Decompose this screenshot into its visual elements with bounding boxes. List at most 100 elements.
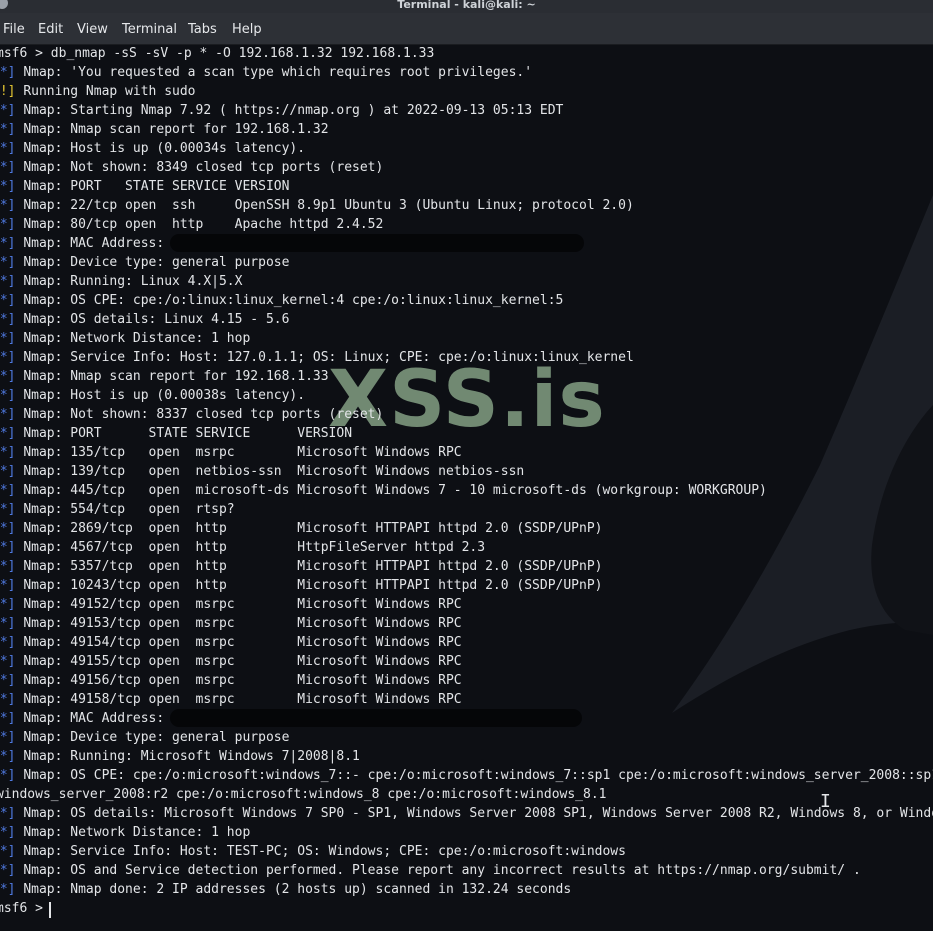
info-prefix: [*] [0, 578, 16, 593]
info-prefix: [*] [0, 274, 16, 289]
watermark-text: XSS.is [328, 355, 606, 445]
line-text: Nmap: 139/tcp open netbios-ssn Microsoft… [23, 464, 525, 479]
line-text: Nmap: Nmap done: 2 IP addresses (2 hosts… [23, 882, 572, 897]
line-text: Nmap: 5357/tcp open http Microsoft HTTPA… [23, 559, 603, 574]
line-text: Nmap: MAC Address: [23, 711, 165, 726]
menu-bar: File Edit View Terminal Tabs Help [0, 13, 933, 45]
line-text: Nmap: 135/tcp open msrpc Microsoft Windo… [23, 445, 462, 460]
info-prefix: [*] [0, 217, 16, 232]
info-prefix: [*] [0, 806, 16, 821]
info-prefix: [*] [0, 160, 16, 175]
terminal-line: msf6 > [0, 899, 51, 918]
info-prefix: [*] [0, 179, 16, 194]
line-text: Nmap: Starting Nmap 7.92 ( https://nmap.… [23, 103, 564, 118]
terminal-line: [*] Nmap: Device type: general purpose [0, 253, 289, 272]
line-text: Nmap: 49155/tcp open msrpc Microsoft Win… [23, 654, 462, 669]
menu-edit[interactable]: Edit [38, 22, 63, 38]
line-text: Nmap: Device type: general purpose [23, 255, 290, 270]
terminal-line: [*] Nmap: Not shown: 8349 closed tcp por… [0, 158, 383, 177]
terminal-cursor [49, 902, 51, 918]
info-prefix: [*] [0, 255, 16, 270]
line-text: Nmap: OS and Service detection performed… [23, 863, 861, 878]
info-prefix: [*] [0, 464, 16, 479]
terminal-line: [*] Nmap: Host is up (0.00034s latency). [0, 139, 305, 158]
info-prefix: [*] [0, 141, 16, 156]
line-text: Nmap: MAC Address: [23, 236, 165, 251]
info-prefix: [*] [0, 198, 16, 213]
line-text: Nmap: 445/tcp open microsoft-ds Microsof… [23, 483, 767, 498]
line-text: Nmap: Not shown: 8337 closed tcp ports (… [23, 407, 384, 422]
info-prefix: [*] [0, 882, 16, 897]
terminal-line: [*] Nmap: 5357/tcp open http Microsoft H… [0, 557, 603, 576]
terminal-line: [*] Nmap: 135/tcp open msrpc Microsoft W… [0, 443, 462, 462]
terminal-line: [*] Nmap: MAC Address: [0, 234, 164, 253]
menu-view[interactable]: View [77, 22, 108, 38]
terminal-line: [*] Nmap: PORT STATE SERVICE VERSION [0, 424, 352, 443]
terminal-line: [*] Nmap: Nmap scan report for 192.168.1… [0, 120, 329, 139]
text-cursor-icon: I [820, 791, 831, 812]
line-text: Nmap: 2869/tcp open http Microsoft HTTPA… [23, 521, 603, 536]
terminal-line: [*] Nmap: Host is up (0.00038s latency). [0, 386, 305, 405]
line-text: Nmap: 49158/tcp open msrpc Microsoft Win… [23, 692, 462, 707]
menu-tabs[interactable]: Tabs [188, 22, 217, 38]
info-prefix: [*] [0, 692, 16, 707]
terminal-line: [*] Nmap: PORT STATE SERVICE VERSION [0, 177, 289, 196]
redaction-mask [170, 234, 584, 252]
terminal-line: [*] Nmap: Network Distance: 1 hop [0, 823, 250, 842]
line-text: Nmap: 49153/tcp open msrpc Microsoft Win… [23, 616, 462, 631]
info-prefix: [*] [0, 825, 16, 840]
info-prefix: [*] [0, 768, 16, 783]
terminal-line: [*] Nmap: 2869/tcp open http Microsoft H… [0, 519, 603, 538]
line-text: Nmap: 49156/tcp open msrpc Microsoft Win… [23, 673, 462, 688]
terminal-line: [*] Nmap: 445/tcp open microsoft-ds Micr… [0, 481, 767, 500]
line-text: Nmap: Network Distance: 1 hop [23, 331, 251, 346]
line-text: Nmap: 49154/tcp open msrpc Microsoft Win… [23, 635, 462, 650]
info-prefix: [*] [0, 65, 16, 80]
menu-terminal[interactable]: Terminal [122, 22, 177, 38]
terminal-line: [*] Nmap: OS and Service detection perfo… [0, 861, 861, 880]
line-text: Nmap: Running: Microsoft Windows 7|2008|… [23, 749, 360, 764]
info-prefix: [*] [0, 236, 16, 251]
info-prefix: [*] [0, 616, 16, 631]
line-text: Nmap: PORT STATE SERVICE VERSION [23, 179, 290, 194]
info-prefix: [*] [0, 426, 16, 441]
terminal-line: [*] Nmap: Service Info: Host: TEST-PC; O… [0, 842, 626, 861]
line-text: Nmap: Running: Linux 4.X|5.X [23, 274, 243, 289]
line-text: Nmap: Host is up (0.00038s latency). [23, 388, 306, 403]
info-prefix: [*] [0, 122, 16, 137]
menu-file[interactable]: File [3, 22, 25, 38]
info-prefix: [*] [0, 844, 16, 859]
terminal-line: [*] Nmap: 'You requested a scan type whi… [0, 63, 532, 82]
line-text: Nmap: Service Info: Host: TEST-PC; OS: W… [23, 844, 626, 859]
info-prefix: [*] [0, 749, 16, 764]
terminal-line: [*] Nmap: Device type: general purpose [0, 728, 289, 747]
terminal-area[interactable]: XSS.is msf6 > db_nmap -sS -sV -p * -O 19… [0, 45, 933, 931]
line-text: msf6 > [0, 901, 51, 916]
terminal-line: [*] Nmap: OS details: Linux 4.15 - 5.6 [0, 310, 289, 329]
window-titlebar[interactable]: Terminal - kali@kali: ~ [0, 0, 933, 13]
terminal-line: [*] Nmap: 4567/tcp open http HttpFileSer… [0, 538, 485, 557]
info-prefix: [*] [0, 369, 16, 384]
menu-help[interactable]: Help [232, 22, 262, 38]
info-prefix: [*] [0, 312, 16, 327]
line-text: Nmap: Device type: general purpose [23, 730, 290, 745]
info-prefix: [*] [0, 711, 16, 726]
redaction-mask [170, 709, 582, 727]
line-text: Running Nmap with sudo [23, 84, 196, 99]
line-text: Nmap: Network Distance: 1 hop [23, 825, 251, 840]
terminal-line: msf6 > db_nmap -sS -sV -p * -O 192.168.1… [0, 45, 434, 63]
line-text: Nmap: 554/tcp open rtsp? [23, 502, 235, 517]
terminal-line: [*] Nmap: 80/tcp open http Apache httpd … [0, 215, 383, 234]
warning-prefix: [!] [0, 84, 16, 99]
terminal-line: [*] Nmap: Running: Microsoft Windows 7|2… [0, 747, 360, 766]
terminal-line: [*] Nmap: 49156/tcp open msrpc Microsoft… [0, 671, 462, 690]
line-text: Nmap: Not shown: 8349 closed tcp ports (… [23, 160, 384, 175]
info-prefix: [*] [0, 559, 16, 574]
terminal-line: [*] Nmap: 139/tcp open netbios-ssn Micro… [0, 462, 524, 481]
terminal-line: [*] Nmap: OS details: Microsoft Windows … [0, 804, 933, 823]
terminal-line: [*] Nmap: Network Distance: 1 hop [0, 329, 250, 348]
line-text: Nmap: 4567/tcp open http HttpFileServer … [23, 540, 486, 555]
line-text: Nmap: 22/tcp open ssh OpenSSH 8.9p1 Ubun… [23, 198, 634, 213]
line-text: Nmap: Nmap scan report for 192.168.1.32 [23, 122, 329, 137]
info-prefix: [*] [0, 863, 16, 878]
